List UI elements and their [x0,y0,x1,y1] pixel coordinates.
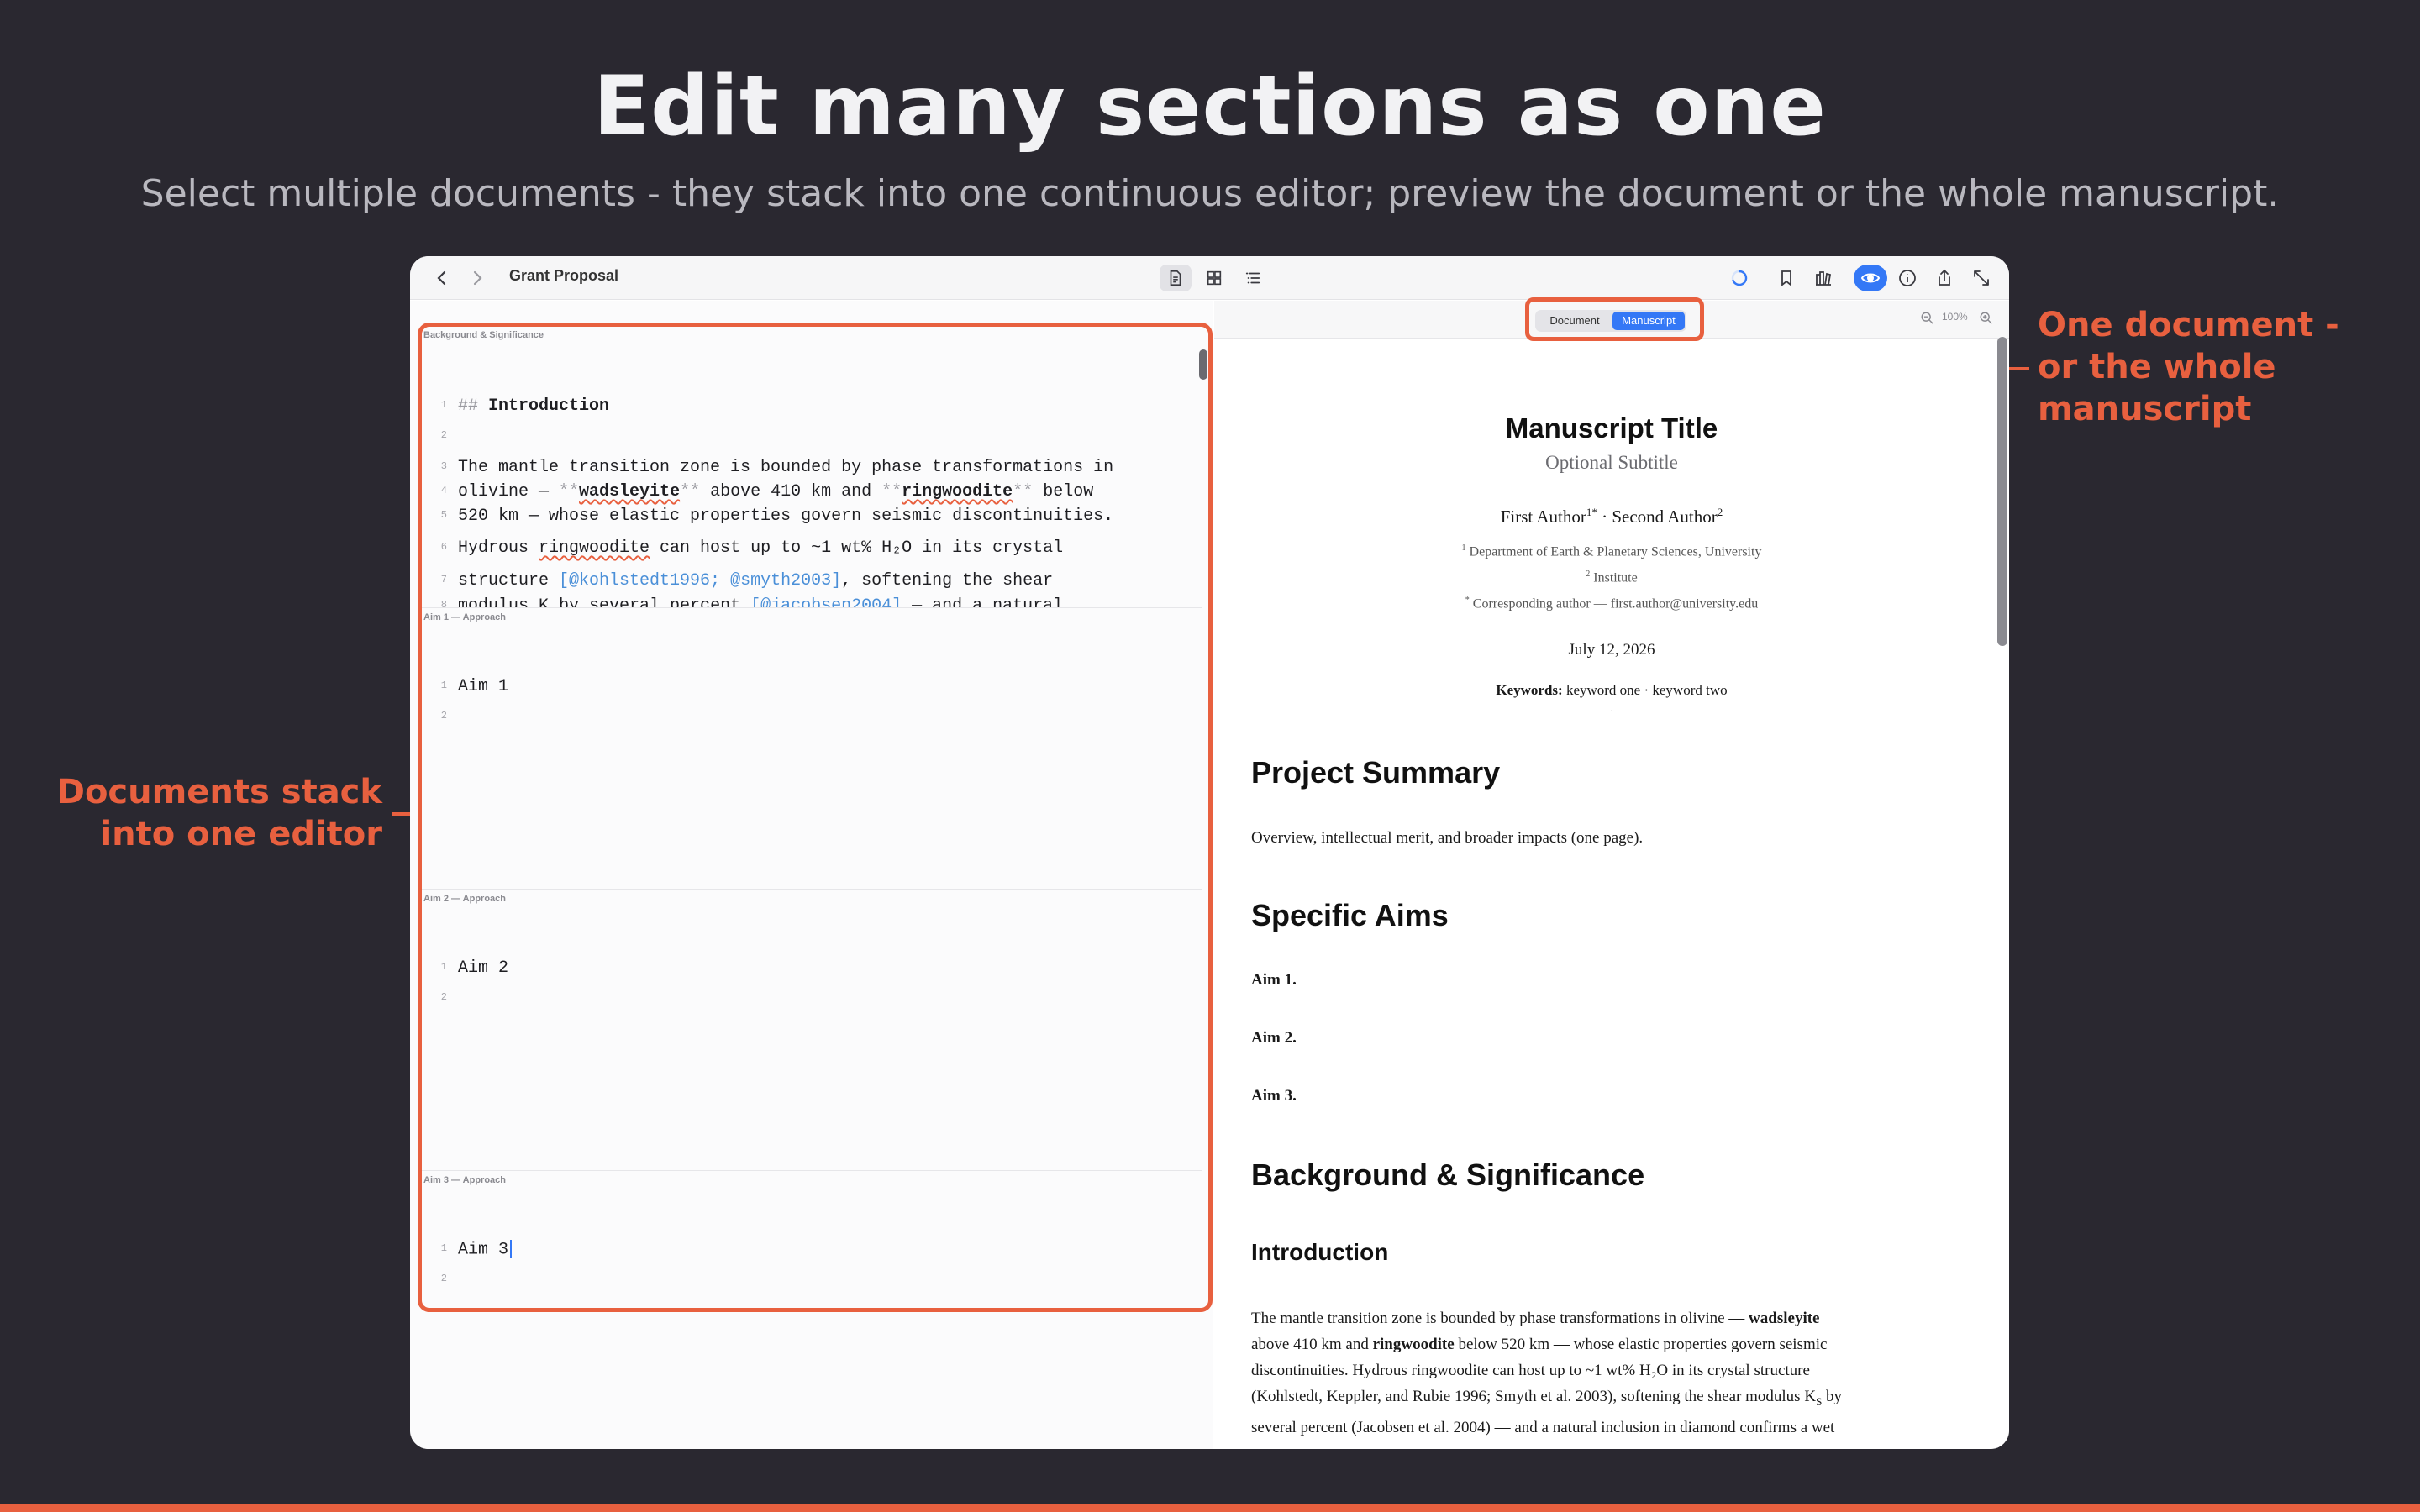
library-icon[interactable] [1810,265,1837,291]
grid-view-button[interactable] [1198,265,1230,291]
share-icon[interactable] [1931,265,1958,291]
view-mode-group [1156,261,1276,295]
chevron-right-icon[interactable] [464,265,491,291]
sync-icon[interactable] [1726,265,1753,291]
grid-icon [1207,270,1222,286]
author-line: First Author1* · Second Author2 [1500,506,1723,527]
callout-left: Documents stack into one editor [0,771,382,855]
separator-dot: . [1610,702,1613,714]
preview-pane: Document Manuscript 100% Manuscript Titl… [1214,301,2009,1449]
heading-specific-aims: Specific Aims [1251,898,1449,932]
toggle-highlight-frame [1525,297,1704,341]
document-icon [1170,270,1181,286]
callout-right-line3: manuscript [2038,390,2252,428]
summary-text: Overview, intellectual merit, and broade… [1251,829,1644,847]
preview-toggle-button[interactable] [1854,265,1887,291]
bookmark-icon[interactable] [1773,265,1800,291]
manuscript-date: July 12, 2026 [1568,641,1655,659]
callout-left-line2: into one editor [100,815,382,853]
chevron-left-icon[interactable] [429,265,455,291]
manuscript-title: Manuscript Title [1505,412,1718,444]
zoom-in-icon[interactable] [1979,311,1994,329]
bottom-accent-bar [0,1504,2420,1512]
editor-highlight-frame [418,323,1213,1312]
toolbar: Grant Proposal [410,256,2009,300]
callout-left-line1: Documents stack [56,773,382,811]
preview-scrollbar[interactable] [1997,337,2007,646]
affiliation: 2 Institute [1586,570,1638,585]
expand-icon[interactable] [1968,265,1995,291]
aim-item: Aim 1. [1251,971,1297,989]
body-paragraph: The mantle transition zone is bounded by… [1251,1310,1843,1436]
callout-right-line2: or the whole [2038,348,2276,386]
callout-right: One document - or the whole manuscript [2038,304,2339,430]
heading-project-summary: Project Summary [1251,755,1501,790]
document-title: Grant Proposal [509,267,619,284]
manuscript-subtitle: Optional Subtitle [1545,452,1678,473]
eye-icon [1860,273,1881,283]
affiliation: * Corresponding author — first.author@un… [1465,596,1759,612]
outline-view-button[interactable] [1237,265,1269,291]
outline-icon [1245,272,1260,284]
heading-background: Background & Significance [1251,1158,1645,1192]
callout-right-line1: One document - [2038,306,2339,344]
manuscript-preview: Manuscript Title Optional Subtitle First… [1214,339,2009,1449]
aim-item: Aim 2. [1251,1029,1297,1047]
heading-introduction: Introduction [1251,1239,1389,1265]
affiliation: 1 Department of Earth & Planetary Scienc… [1461,543,1762,559]
hero-title: Edit many sections as one [593,59,1827,155]
zoom-level: 100% [1942,311,1968,323]
document-view-button[interactable] [1160,265,1192,291]
hero-subtitle: Select multiple documents - they stack i… [140,172,2280,215]
callout-left-connector [392,812,410,816]
zoom-out-icon[interactable] [1920,311,1935,329]
aim-item: Aim 3. [1251,1087,1297,1105]
info-icon[interactable] [1894,265,1921,291]
keywords: Keywords: keyword one · keyword two [1496,682,1728,698]
